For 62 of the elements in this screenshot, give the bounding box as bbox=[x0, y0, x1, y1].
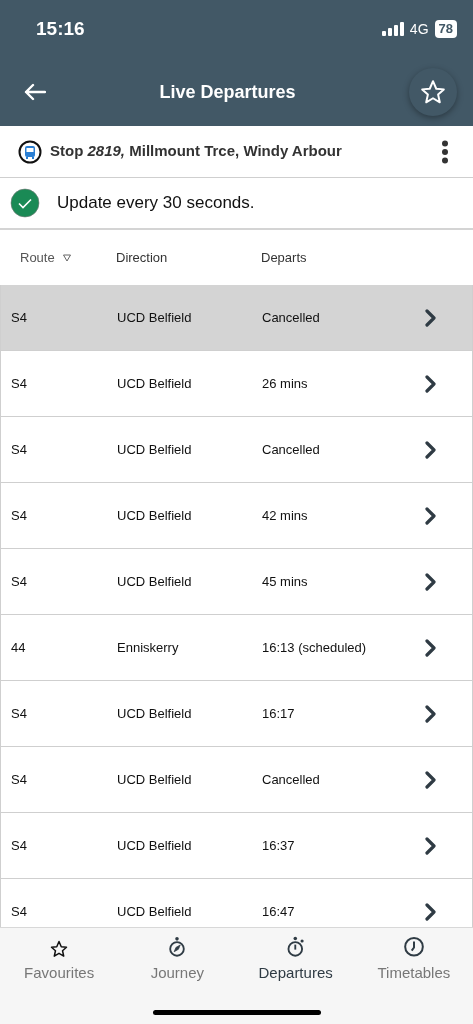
direction-cell-text: UCD Belfield bbox=[117, 374, 193, 393]
chevron-right-icon bbox=[424, 638, 436, 657]
favourite-button[interactable] bbox=[409, 68, 457, 116]
chevron-right-icon bbox=[424, 836, 436, 855]
route-cell-text: S4 bbox=[10, 374, 28, 393]
direction-cell-text: UCD Belfield bbox=[117, 770, 193, 789]
direction-cell-text: UCD Belfield bbox=[117, 506, 193, 525]
chevron-right-icon bbox=[424, 440, 436, 459]
stop-name: Stop 2819, Millmount Trce, Windy Arbour bbox=[50, 141, 342, 162]
direction-cell-text: UCD Belfield bbox=[117, 836, 193, 855]
direction-cell-text: UCD Belfield bbox=[117, 902, 193, 921]
tab-item[interactable]: Timetables bbox=[354, 936, 473, 984]
star-icon bbox=[50, 939, 69, 958]
route-cell-text: S4 bbox=[10, 770, 28, 789]
tab-item[interactable]: Favourites bbox=[0, 936, 119, 984]
star-icon bbox=[420, 79, 446, 105]
departs-cell-text: 16:37 bbox=[262, 836, 296, 855]
departs-cell-text: 16:13 (scheduled) bbox=[262, 638, 368, 657]
chevron-right-icon bbox=[424, 506, 436, 525]
route-cell-text: 44 bbox=[10, 638, 27, 657]
tab-item[interactable]: Departures bbox=[236, 936, 355, 984]
departs-cell-text: 26 mins bbox=[262, 374, 309, 393]
route-cell-text: S4 bbox=[10, 440, 28, 459]
direction-cell-text: UCD Belfield bbox=[117, 572, 193, 591]
tab-item[interactable]: Journey bbox=[118, 936, 237, 984]
direction-cell-text: Enniskerry bbox=[117, 638, 180, 657]
departs-cell-text: Cancelled bbox=[262, 440, 321, 459]
departs-column-header: Departs bbox=[261, 248, 307, 267]
back-arrow-icon[interactable] bbox=[24, 83, 46, 101]
network-label: 4G bbox=[409, 19, 429, 39]
departs-cell-text: Cancelled bbox=[262, 308, 321, 327]
direction-cell-text: UCD Belfield bbox=[117, 308, 193, 327]
chevron-right-icon bbox=[424, 704, 436, 723]
direction-cell-text: UCD Belfield bbox=[117, 704, 193, 723]
departure-row[interactable]: S4 UCD Belfield Cancelled bbox=[1, 285, 472, 351]
more-options-icon[interactable] bbox=[441, 139, 449, 164]
route-cell-text: S4 bbox=[10, 836, 28, 855]
signal-icon bbox=[381, 22, 404, 36]
status-time: 15:16 bbox=[36, 16, 85, 41]
battery-indicator: 78 bbox=[434, 20, 457, 38]
departs-cell-text: 42 mins bbox=[262, 506, 309, 525]
direction-cell-text: UCD Belfield bbox=[117, 440, 193, 459]
chevron-right-icon bbox=[424, 770, 436, 789]
departs-cell-text: 16:17 bbox=[262, 704, 296, 723]
screen-title: Live Departures bbox=[159, 80, 296, 104]
departs-cell-text: Cancelled bbox=[262, 770, 321, 789]
direction-column-header: Direction bbox=[116, 248, 169, 267]
chevron-right-icon bbox=[424, 572, 436, 591]
bus-icon bbox=[18, 139, 42, 164]
departs-cell-text: 45 mins bbox=[262, 572, 309, 591]
route-column-header[interactable]: Route bbox=[0, 247, 116, 268]
route-cell-text: S4 bbox=[10, 572, 28, 591]
departs-cell-text: 16:47 bbox=[262, 902, 296, 921]
chevron-right-icon bbox=[424, 374, 436, 393]
route-cell-text: S4 bbox=[10, 506, 28, 525]
chevron-right-icon bbox=[424, 902, 436, 921]
sort-icon bbox=[62, 253, 71, 262]
route-cell-text: S4 bbox=[10, 902, 28, 921]
update-text: Update every 30 seconds. bbox=[57, 192, 255, 215]
route-cell-text: S4 bbox=[10, 704, 28, 723]
chevron-right-icon bbox=[424, 308, 436, 327]
route-cell-text: S4 bbox=[10, 308, 28, 327]
